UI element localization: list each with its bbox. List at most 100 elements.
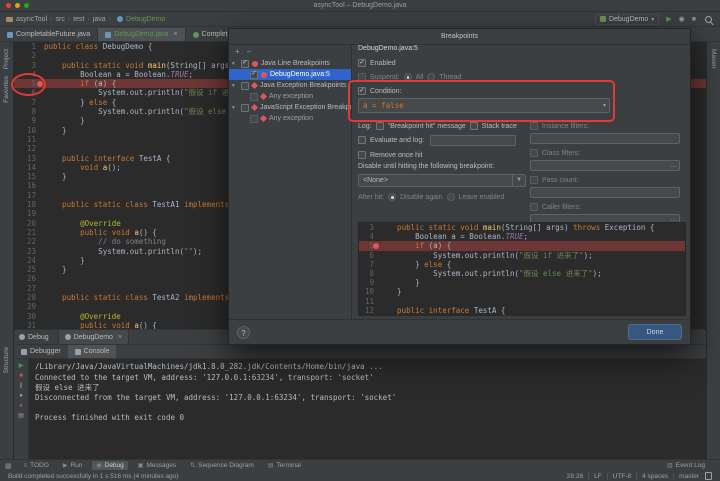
- breakpoint-enabled-checkbox[interactable]: [250, 115, 258, 123]
- help-button[interactable]: ?: [237, 326, 250, 339]
- breakpoint-enabled-checkbox[interactable]: [241, 82, 249, 90]
- breakpoint-tree-item[interactable]: DebugDemo.java:5: [229, 69, 351, 80]
- rerun-button[interactable]: ▶: [19, 363, 24, 369]
- line-number[interactable]: 21: [14, 228, 44, 237]
- mute-breakpoints-button[interactable]: ●: [19, 403, 23, 409]
- close-session-icon[interactable]: ×: [118, 334, 122, 341]
- editor-tab[interactable]: DebugDemo.java×: [98, 28, 185, 41]
- line-number[interactable]: 13: [14, 154, 44, 163]
- line-number[interactable]: 18: [14, 200, 44, 209]
- tool-window-switcher-icon[interactable]: ▦: [5, 462, 12, 470]
- line-number[interactable]: 4: [359, 232, 379, 241]
- tool-window-button-run[interactable]: ▶Run: [59, 461, 87, 470]
- line-number[interactable]: 27: [14, 284, 44, 293]
- stop-button[interactable]: ■: [692, 16, 696, 23]
- breadcrumb-item[interactable]: DebugDemo: [126, 16, 165, 23]
- filter-input[interactable]: [530, 187, 680, 198]
- line-number[interactable]: 4: [14, 70, 44, 79]
- restore-layout-button[interactable]: ▤: [18, 413, 24, 419]
- close-tab-icon[interactable]: ×: [173, 31, 177, 38]
- breakpoint-enabled-checkbox[interactable]: [250, 71, 258, 79]
- disable-again-radio[interactable]: [388, 193, 396, 201]
- editor-tab[interactable]: CompletableFuture.java: [0, 28, 98, 41]
- condition-checkbox[interactable]: [358, 87, 366, 95]
- line-number[interactable]: 26: [14, 274, 44, 283]
- line-number[interactable]: 22: [14, 237, 44, 246]
- close-window-button[interactable]: [6, 3, 11, 8]
- tool-window-button-terminal[interactable]: ▤Terminal: [264, 461, 305, 470]
- filter-input[interactable]: …: [530, 160, 680, 171]
- console-output[interactable]: /Library/Java/JavaVirtualMachines/jdk1.8…: [29, 359, 706, 459]
- log-message-checkbox[interactable]: [376, 122, 384, 130]
- stop-debug-button[interactable]: ■: [19, 373, 23, 379]
- debug-button[interactable]: ◉: [679, 16, 685, 23]
- add-breakpoint-button[interactable]: +: [235, 47, 240, 56]
- tree-expand-arrow[interactable]: ▾: [232, 61, 238, 67]
- breakpoint-tree-item[interactable]: ▾Java Line Breakpoints: [229, 58, 351, 69]
- done-button[interactable]: Done: [628, 324, 682, 340]
- breadcrumb-item[interactable]: java: [93, 16, 106, 23]
- breakpoint-icon[interactable]: [37, 81, 43, 87]
- evaluate-input[interactable]: [430, 135, 516, 146]
- status-item[interactable]: 4 spaces: [642, 473, 668, 480]
- tool-window-button-sequence-diagram[interactable]: ⇅Sequence Diagram: [186, 461, 258, 470]
- debug-session-tab[interactable]: DebugDemo ×: [58, 330, 129, 344]
- enabled-checkbox[interactable]: [358, 59, 366, 67]
- line-number[interactable]: 12: [14, 144, 44, 153]
- disable-until-dropdown[interactable]: <None> ▼: [358, 174, 526, 187]
- line-number[interactable]: 17: [14, 191, 44, 200]
- breakpoint-tree-item[interactable]: Any exception: [229, 113, 351, 124]
- breakpoint-enabled-checkbox[interactable]: [241, 60, 249, 68]
- line-number[interactable]: 28: [14, 293, 44, 302]
- status-item[interactable]: LF: [594, 473, 602, 480]
- suspend-thread-radio[interactable]: [427, 73, 435, 81]
- debug-tab-console[interactable]: Console: [68, 345, 117, 358]
- tool-window-button-messages[interactable]: ▣Messages: [134, 461, 180, 470]
- lock-icon[interactable]: [705, 472, 712, 480]
- line-number[interactable]: 3: [359, 223, 379, 232]
- line-number[interactable]: 11: [14, 135, 44, 144]
- dropdown-arrow-icon[interactable]: ▼: [512, 175, 525, 186]
- tree-expand-arrow[interactable]: ▾: [232, 105, 238, 111]
- tool-button-project[interactable]: Project: [3, 49, 10, 69]
- line-number[interactable]: 8: [359, 269, 379, 278]
- status-item[interactable]: 28:28: [567, 473, 583, 480]
- line-number[interactable]: 5: [359, 241, 379, 250]
- run-config-selector[interactable]: DebugDemo ▾: [595, 14, 659, 25]
- tool-window-button-todo[interactable]: ≡TODO: [20, 461, 53, 470]
- line-number[interactable]: 10: [359, 287, 379, 296]
- filter-input[interactable]: [530, 133, 680, 144]
- breakpoint-icon[interactable]: [373, 243, 379, 249]
- line-number[interactable]: 9: [359, 278, 379, 287]
- minimize-window-button[interactable]: [15, 3, 20, 8]
- line-number[interactable]: 1: [14, 42, 44, 51]
- tool-button-maven[interactable]: Maven: [710, 49, 717, 69]
- expand-editor-icon[interactable]: ▾: [603, 102, 606, 109]
- line-number[interactable]: 7: [359, 260, 379, 269]
- condition-input[interactable]: a = false ▾: [358, 98, 610, 113]
- suspend-all-radio[interactable]: [404, 73, 412, 81]
- breadcrumb-item[interactable]: src: [55, 16, 64, 23]
- zoom-window-button[interactable]: [24, 3, 29, 8]
- line-number[interactable]: 11: [359, 297, 379, 306]
- filter-checkbox[interactable]: [530, 203, 538, 211]
- line-number[interactable]: 2: [14, 51, 44, 60]
- breakpoint-tree-item[interactable]: Any exception: [229, 91, 351, 102]
- line-number[interactable]: 14: [14, 163, 44, 172]
- debug-tab-debugger[interactable]: Debugger: [14, 345, 68, 358]
- line-number[interactable]: 16: [14, 181, 44, 190]
- view-breakpoints-button[interactable]: ●: [19, 393, 23, 399]
- filter-checkbox[interactable]: [530, 122, 538, 130]
- line-number[interactable]: 29: [14, 302, 44, 311]
- line-number[interactable]: 9: [14, 116, 44, 125]
- status-item[interactable]: UTF-8: [613, 473, 631, 480]
- breakpoint-tree-item[interactable]: ▾JavaScript Exception Breakpoints: [229, 102, 351, 113]
- browse-icon[interactable]: …: [670, 162, 677, 169]
- status-message[interactable]: Build completed successfully in 1 s 516 …: [8, 473, 567, 480]
- line-number[interactable]: 23: [14, 247, 44, 256]
- status-item[interactable]: master: [679, 473, 699, 480]
- run-button[interactable]: ▶: [666, 16, 671, 23]
- line-number[interactable]: 20: [14, 219, 44, 228]
- remove-once-checkbox[interactable]: [358, 151, 366, 159]
- line-number[interactable]: 24: [14, 256, 44, 265]
